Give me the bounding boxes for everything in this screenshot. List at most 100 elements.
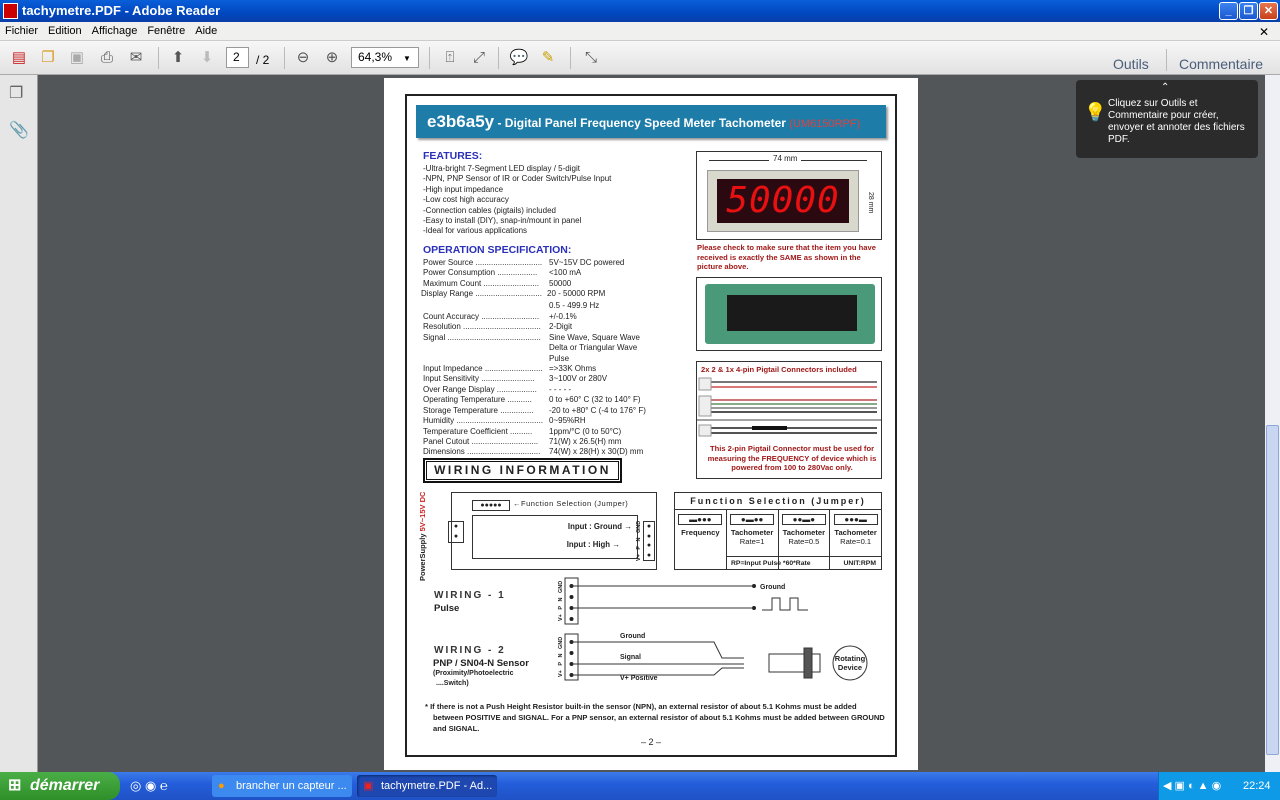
pigtail-note: This 2-pin Pigtail Connector must be use… [707,444,877,472]
close-button[interactable]: ✕ [1259,2,1278,20]
spec-value: Pulse [549,353,570,363]
wiring1-title: WIRING - 1 [434,590,506,601]
spec-row: Input Impedance ........................… [423,364,673,374]
spec-label: Power Consumption .................. [423,268,538,278]
spec-row: Display Range ..........................… [421,289,673,299]
close-document-icon[interactable]: ✕ [1254,22,1274,42]
page-number-input[interactable]: 2 [226,47,249,68]
fs-unit: UNIT:RPM [843,560,876,567]
scrollbar-thumb[interactable] [1266,425,1279,755]
spec-value: +/-0.1% [549,312,577,322]
features-list: -Ultra-bright 7-Segment LED display / 5-… [423,164,611,237]
tools-button[interactable]: Outils [1113,56,1149,72]
spec-value: 50000 [549,278,572,288]
spec-label: Storage Temperature ............... [423,405,534,415]
product-title: - Digital Panel Frequency Speed Meter Ta… [494,116,790,130]
wiring-heading: WIRING INFORMATION [423,458,622,483]
fs-formula-text: RP=Input Pulse *60*Rate [731,560,811,567]
spec-value: =>33K Ohms [549,364,597,374]
fs-option-label: Tachometer [730,528,774,537]
maximize-button[interactable]: ❐ [1239,2,1258,20]
spec-value: Sine Wave, Square Wave [549,332,641,342]
toolbar: ▤ ❐ ▣ ⎙ ✉ ⬆ ⬇ 2 / 2 ⊖ ⊕ 64,3% ▼ ⍐ ⤢ 💬 ✎ … [0,41,1280,75]
minimize-button[interactable]: _ [1219,2,1238,20]
chevron-down-icon[interactable]: ▼ [403,54,411,63]
full-screen-icon[interactable]: ⤡ [580,48,602,68]
fs-option-label: Tachometer [834,528,877,537]
menu-fichier[interactable]: Fichier [0,22,43,40]
fit-page-icon[interactable]: ⍐ [439,48,461,68]
feature-item: -Ultra-bright 7-Segment LED display / 5-… [423,164,580,173]
taskbar-item-reader[interactable]: ▣ tachymetre.PDF - Ad... [357,775,497,797]
highlight-icon[interactable]: ✎ [537,48,559,68]
save-icon[interactable]: ▣ [66,48,88,68]
feature-item: -Easy to install (DIY), snap-in/mount in… [423,216,582,226]
wiring-board-diagram: ●●●●● ←Function Selection (Jumper) ● ● In… [448,492,657,570]
pigtail-title: 2x 2 & 1x 4-pin Pigtail Connectors inclu… [701,365,857,374]
attachments-icon[interactable]: 📎 [9,120,29,140]
rotating-device-label: Rotating Device [834,654,866,672]
wiring2-ground-label: Ground [620,633,646,640]
next-page-icon[interactable]: ⬇ [196,48,218,68]
jumper-setting-icon: ▬●●● [678,514,723,525]
spec-row: Humidity ...............................… [423,416,673,426]
led-readout: 50000 [717,179,849,223]
spec-value: 1ppm/°C (0 to 50°C) [549,426,622,436]
jumper-setting-icon: ●●▬● [781,514,826,525]
zoom-in-icon[interactable]: ⊕ [321,48,343,68]
clock: 22:24 [1243,780,1271,792]
feature-item: -Connection cables (pigtails) included [423,205,556,215]
spec-row: Maximum Count ......................... 5… [423,279,673,289]
footnote: * If there is not a Push Height Resistor… [425,702,885,733]
title-banner: e3b6a5y - Digital Panel Frequency Speed … [416,105,886,138]
previous-page-icon[interactable]: ⬆ [167,48,189,68]
menu-edition[interactable]: Edition [43,22,87,40]
print-icon[interactable]: ⎙ [96,48,118,68]
taskbar [0,772,1280,800]
combine-files-icon[interactable]: ❐ [37,48,59,68]
width-dimension: 74 mm [769,154,802,163]
spec-row: Count Accuracy .........................… [423,312,673,322]
start-button[interactable]: ⊞ démarrer [0,772,120,800]
comment-icon[interactable]: 💬 [508,48,530,68]
model-number: (UM6150RPF) [789,118,861,130]
page-total: / 2 [256,53,270,67]
pages-icon[interactable]: ❐ [9,83,23,103]
fs-option: ▬●●● Frequency [675,510,726,569]
spec-row: Power Consumption .................. <100… [423,268,673,278]
fit-width-icon[interactable]: ⤢ [468,48,490,68]
feature-item: -Low cost high accuracy [423,195,509,205]
spec-label: Panel Cutout ...........................… [423,436,539,446]
pdf-page: e3b6a5y - Digital Panel Frequency Speed … [384,78,918,770]
feature-item: -Ideal for various applications [423,226,528,236]
tray-icons[interactable]: ◀ ▣ ◐ ▲ ◉ [1163,780,1221,792]
wiring2-subtitle: PNP / SN04-N Sensor [433,658,529,669]
spec-row: Pulse [423,354,673,364]
create-pdf-icon[interactable]: ▤ [8,48,30,68]
wiring2-vplus-label: V+ Positive [620,675,658,682]
spec-value: 3~100V or 280V [549,374,608,384]
menu-aide[interactable]: Aide [190,22,222,40]
quicklaunch-icons[interactable]: ◎ ◉ ℮ [130,778,168,794]
menu-affichage[interactable]: Affichage [87,22,143,40]
fs-option-label: Tachometer [782,528,826,537]
wiring1-ground-label: Ground [760,584,786,591]
spec-row: Power Source ...........................… [423,258,673,268]
tooltip-text: Cliquez sur Outils et Commentaire pour c… [1108,98,1245,145]
function-selection-table: Function Selection (Jumper) ▬●●● Frequenc… [674,492,882,570]
taskbar-item-firefox[interactable]: ● brancher un capteur ... [212,775,352,797]
email-icon[interactable]: ✉ [125,48,147,68]
check-note: Please check to make sure that the item … [697,243,876,271]
menu-fenetre[interactable]: Fenêtre [142,22,190,40]
comment-button[interactable]: Commentaire [1179,56,1263,72]
tools-tooltip: ⌃ 💡 Cliquez sur Outils et Commentaire po… [1076,80,1258,158]
spec-label: Dimensions .............................… [423,447,541,457]
spec-heading: OPERATION SPECIFICATION: [423,244,572,256]
zoom-out-icon[interactable]: ⊖ [292,48,314,68]
collapse-icon[interactable]: ⌃ [1161,82,1169,94]
jumper-setting-icon: ●▬●● [730,514,775,525]
spec-label: Input Impedance ........................… [423,364,543,374]
spec-label [423,301,549,311]
feature-item: -High input impedance [423,184,504,194]
title-bar: tachymetre.PDF - Adobe Reader _ ❐ ✕ [0,0,1280,22]
